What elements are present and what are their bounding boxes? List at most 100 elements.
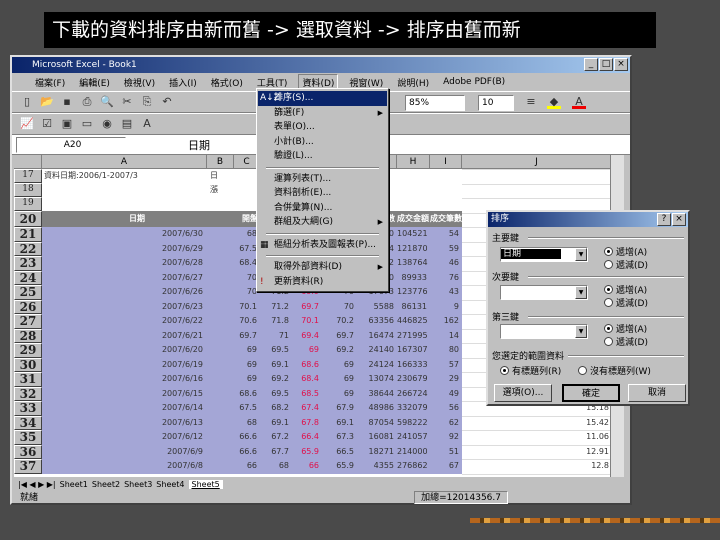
- table-cell[interactable]: 2007/6/26: [42, 285, 206, 299]
- menu-9[interactable]: Adobe PDF(B): [440, 76, 508, 88]
- column-header-J[interactable]: J: [462, 155, 612, 169]
- table-cell[interactable]: 2007/6/8: [42, 459, 206, 473]
- name-box[interactable]: A20: [16, 136, 126, 153]
- table-cell[interactable]: 16474: [357, 329, 397, 343]
- table-cell[interactable]: 15.42: [462, 416, 612, 430]
- table-cell[interactable]: 2007/6/15: [42, 387, 206, 401]
- table-cell[interactable]: 2007/6/16: [42, 372, 206, 386]
- table-cell[interactable]: 2007/6/21: [42, 329, 206, 343]
- table-cell[interactable]: 87054: [357, 416, 397, 430]
- data-menu-item[interactable]: ! 更新資料(R): [258, 275, 387, 290]
- menu-0[interactable]: 檔案(F): [32, 75, 68, 90]
- table-cell[interactable]: 2007/6/12: [42, 430, 206, 444]
- row-header[interactable]: 18: [14, 183, 42, 197]
- column-header-A[interactable]: A: [42, 155, 207, 169]
- table-cell[interactable]: 69.7: [322, 329, 357, 343]
- table-cell[interactable]: 598222: [397, 416, 430, 430]
- table-cell[interactable]: 123776: [397, 285, 430, 299]
- table-cell[interactable]: 24124: [357, 358, 397, 372]
- table-cell[interactable]: 24140: [357, 343, 397, 357]
- label-icon[interactable]: A: [140, 117, 154, 131]
- table-cell[interactable]: 69: [322, 358, 357, 372]
- checkbox-icon[interactable]: ☑: [40, 117, 54, 131]
- table-cell[interactable]: 13074: [357, 372, 397, 386]
- open-icon[interactable]: 📂: [40, 95, 54, 109]
- table-cell[interactable]: 2007/6/27: [42, 271, 206, 285]
- primary-desc-radio[interactable]: 遞減(D): [604, 258, 648, 271]
- table-cell[interactable]: 332079: [397, 401, 430, 415]
- secondary-key-select[interactable]: ▼: [500, 285, 588, 300]
- table-cell[interactable]: 65.9: [322, 459, 357, 473]
- list-icon[interactable]: ▤: [120, 117, 134, 131]
- sheet-tab-sheet4[interactable]: Sheet4: [156, 480, 184, 489]
- table-cell[interactable]: 14: [430, 329, 462, 343]
- dialog-close-button[interactable]: ×: [672, 213, 686, 226]
- column-header-I[interactable]: I: [430, 155, 462, 169]
- table-cell[interactable]: 68.2: [260, 401, 292, 415]
- table-cell[interactable]: 57: [430, 358, 462, 372]
- table-cell[interactable]: 69.1: [260, 358, 292, 372]
- table-cell[interactable]: 48986: [357, 401, 397, 415]
- row-header[interactable]: 28: [14, 328, 42, 343]
- table-cell[interactable]: 241057: [397, 430, 430, 444]
- menu-8[interactable]: 說明(H): [394, 75, 432, 90]
- copy-icon[interactable]: ⎘: [140, 95, 154, 109]
- row-header[interactable]: 17: [14, 169, 42, 183]
- table-cell[interactable]: 92: [430, 430, 462, 444]
- table-cell[interactable]: 38644: [357, 387, 397, 401]
- sheet-tab-sheet1[interactable]: Sheet1: [60, 480, 88, 489]
- table-cell[interactable]: 2007/6/19: [42, 358, 206, 372]
- table-cell[interactable]: 68.4: [292, 372, 322, 386]
- row-header[interactable]: 37: [14, 459, 42, 474]
- row-header[interactable]: 32: [14, 386, 42, 401]
- table-cell[interactable]: 66.6: [234, 445, 260, 459]
- data-menu-item[interactable]: ▦ 樞紐分析表及圖報表(P)...: [258, 238, 387, 253]
- table-cell[interactable]: 67.9: [322, 401, 357, 415]
- cut-icon[interactable]: ✂: [120, 95, 134, 109]
- row-header[interactable]: 24: [14, 270, 42, 285]
- table-cell[interactable]: 67.5: [234, 401, 260, 415]
- font-size-select[interactable]: 10: [478, 95, 514, 111]
- data-menu-item[interactable]: 小計(B)...: [258, 135, 387, 150]
- row-header[interactable]: 21: [14, 227, 42, 242]
- cell-a[interactable]: 資料日期:2006/1-2007/3: [44, 169, 138, 183]
- cancel-button[interactable]: 取消: [628, 384, 686, 402]
- table-cell[interactable]: 65.9: [292, 445, 322, 459]
- table-cell[interactable]: 2007/6/30: [42, 227, 206, 241]
- table-cell[interactable]: 67.4: [292, 401, 322, 415]
- sheet-tab-sheet2[interactable]: Sheet2: [92, 480, 120, 489]
- column-header-B[interactable]: B: [207, 155, 234, 169]
- dropdown-icon[interactable]: ▼: [575, 248, 587, 261]
- table-cell[interactable]: 70.1: [234, 300, 260, 314]
- undo-icon[interactable]: ↶: [160, 95, 174, 109]
- data-menu-item[interactable]: 表單(O)...: [258, 120, 387, 135]
- table-cell[interactable]: 446825: [397, 314, 430, 328]
- table-cell[interactable]: 63356: [357, 314, 397, 328]
- table-cell[interactable]: 69.2: [260, 372, 292, 386]
- row-header[interactable]: 33: [14, 401, 42, 416]
- table-cell[interactable]: 71.2: [260, 300, 292, 314]
- data-menu-item[interactable]: 取得外部資料(D) ▶: [258, 260, 387, 275]
- data-menu-item[interactable]: 篩選(F) ▶: [258, 106, 387, 121]
- table-cell[interactable]: 69.7: [292, 300, 322, 314]
- table-cell[interactable]: 71: [260, 329, 292, 343]
- maximize-button[interactable]: □: [599, 58, 613, 71]
- option-icon[interactable]: ◉: [100, 117, 114, 131]
- table-cell[interactable]: 69: [322, 387, 357, 401]
- row-header[interactable]: 31: [14, 372, 42, 387]
- table-cell[interactable]: 69.2: [322, 343, 357, 357]
- table-cell[interactable]: 5588: [357, 300, 397, 314]
- table-cell[interactable]: 9: [430, 300, 462, 314]
- row-header[interactable]: 34: [14, 415, 42, 430]
- table-cell[interactable]: 214000: [397, 445, 430, 459]
- table-cell[interactable]: 86131: [397, 300, 430, 314]
- table-cell[interactable]: 2007/6/9: [42, 445, 206, 459]
- table-cell[interactable]: 89933: [397, 271, 430, 285]
- font-color-icon[interactable]: A: [572, 95, 586, 109]
- help-button[interactable]: ?: [657, 213, 671, 226]
- sheet-tab-sheet3[interactable]: Sheet3: [124, 480, 152, 489]
- table-cell[interactable]: 230679: [397, 372, 430, 386]
- row-header[interactable]: 26: [14, 299, 42, 314]
- table-cell[interactable]: 56: [430, 401, 462, 415]
- table-cell[interactable]: 121870: [397, 242, 430, 256]
